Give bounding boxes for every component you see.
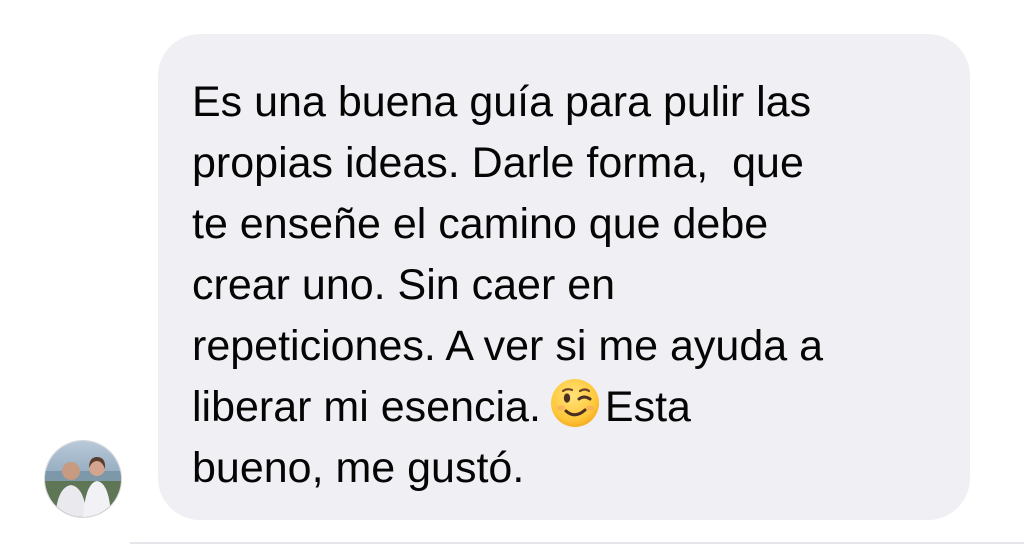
message-line: bueno, me gustó. <box>192 444 525 492</box>
message-line-with-emoji: liberar mi esencia. Esta <box>192 377 936 438</box>
winking-face-emoji-icon <box>550 379 599 427</box>
message-line: repeticiones. A ver si me ayuda a <box>192 322 824 370</box>
profile-photo-icon <box>45 441 121 517</box>
message-text: Esta <box>604 383 691 431</box>
message-line: Es una buena guía para pulir las <box>192 78 812 126</box>
sender-avatar[interactable] <box>44 440 122 518</box>
message-bubble[interactable]: Es una buena guía para pulir las propias… <box>158 34 970 520</box>
message-line: te enseñe el camino que debe <box>192 200 769 248</box>
message-text: liberar mi esencia. <box>192 383 541 431</box>
message-line: crear uno. Sin caer en <box>192 261 616 309</box>
message-line: propias ideas. Darle forma, que <box>192 139 804 187</box>
